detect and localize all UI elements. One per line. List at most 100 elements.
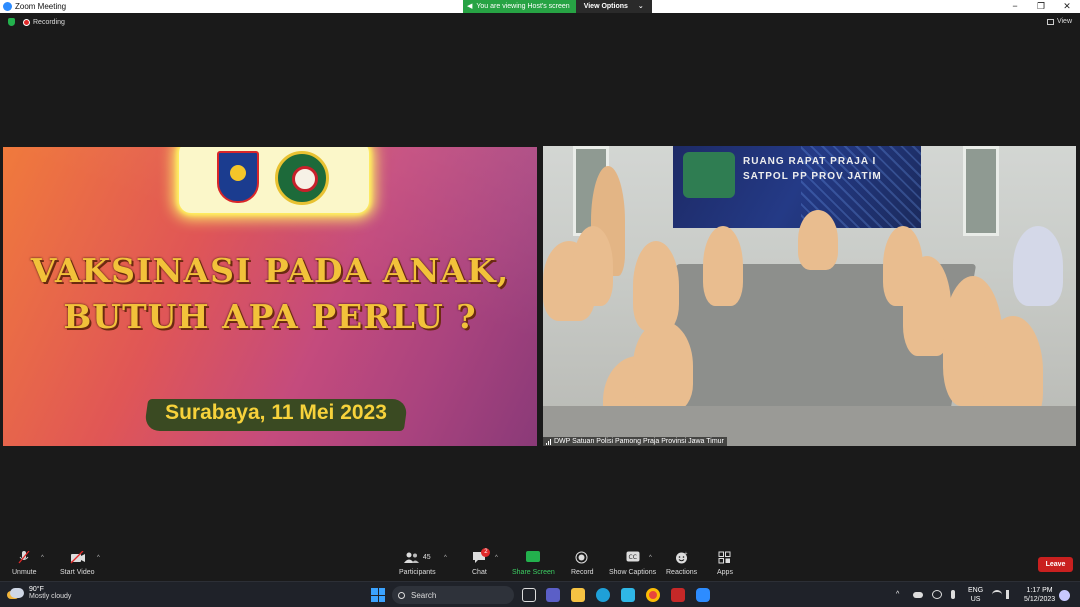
- signal-bars-icon: [546, 438, 551, 445]
- antivirus-app-icon[interactable]: [671, 588, 685, 602]
- share-screen-label: Share Screen: [512, 569, 555, 576]
- chat-label: Chat: [472, 569, 487, 576]
- apps-label: Apps: [717, 569, 733, 576]
- meeting-toolbar: Unmute ^ Start Video ^ 45 Participants ^…: [0, 548, 1080, 581]
- microphone-icon[interactable]: [951, 590, 955, 599]
- svg-text:CC: CC: [628, 554, 636, 561]
- captions-icon: CC: [626, 551, 640, 564]
- start-video-label: Start Video: [60, 569, 95, 576]
- chat-bubble-icon: 2: [472, 548, 491, 564]
- chevron-down-icon: ⌄: [637, 3, 644, 10]
- participant-name: DWP Satuan Polisi Pamong Praja Provinsi …: [554, 438, 724, 445]
- attendee-figure: [633, 321, 693, 411]
- maximize-button[interactable]: ❐: [1028, 0, 1054, 13]
- window-controls: − ❐ ✕: [1002, 0, 1080, 13]
- view-button[interactable]: View: [1046, 18, 1072, 25]
- launcher-app-icon[interactable]: [621, 588, 635, 602]
- recording-label: Recording: [33, 18, 65, 26]
- audio-options-caret[interactable]: ^: [41, 555, 44, 561]
- start-video-button[interactable]: Start Video: [60, 550, 95, 576]
- clock-date: 5/12/2023: [1024, 596, 1056, 603]
- room-backdrop-banner: RUANG RAPAT PRAJA I SATPOL PP PROV JATIM: [673, 146, 921, 228]
- speaker-icon: ◀: [467, 3, 473, 10]
- record-icon: [575, 551, 589, 564]
- video-off-icon: [70, 550, 86, 564]
- unmute-label: Unmute: [12, 569, 37, 576]
- windows-start-icon[interactable]: [371, 588, 385, 602]
- zoom-app-icon: [3, 2, 12, 11]
- room-window-right: [963, 146, 999, 236]
- edge-browser-icon[interactable]: [596, 588, 610, 602]
- clock-time: 1:17 PM: [1026, 587, 1053, 594]
- participants-label: Participants: [399, 569, 436, 576]
- attendee-figure: [1013, 226, 1063, 306]
- onedrive-cloud-icon[interactable]: [913, 592, 923, 598]
- search-icon: [398, 591, 405, 599]
- attendee-figure: [703, 226, 743, 306]
- sigap-logo-icon: [683, 152, 735, 198]
- notification-icon[interactable]: [1059, 590, 1070, 601]
- video-options-caret[interactable]: ^: [97, 555, 100, 561]
- volume-icon[interactable]: [1006, 590, 1016, 599]
- slide-title-line1: VAKSINASI PADA ANAK,: [30, 251, 510, 290]
- muted-microphone-icon: [17, 550, 31, 564]
- weather-widget[interactable]: 90°F Mostly cloudy: [10, 586, 71, 600]
- attendee-figure: [573, 226, 613, 306]
- view-label: View: [1056, 18, 1072, 25]
- tray-overflow-chevron[interactable]: ^: [896, 590, 899, 599]
- record-button[interactable]: Record: [571, 551, 594, 576]
- screen-share-banner: ◀ You are viewing Host's screen View Opt…: [463, 0, 652, 13]
- reactions-button[interactable]: + Reactions: [666, 551, 697, 576]
- video-chat-app-icon[interactable]: [546, 588, 560, 602]
- taskbar-search[interactable]: Search: [392, 586, 514, 604]
- apps-button[interactable]: Apps: [717, 551, 733, 576]
- close-button[interactable]: ✕: [1054, 0, 1080, 13]
- chat-options-caret[interactable]: ^: [495, 555, 498, 561]
- record-label: Record: [571, 569, 594, 576]
- banner-line2: SATPOL PP PROV JATIM: [743, 171, 882, 182]
- clock[interactable]: 1:17 PM 5/12/2023: [1024, 586, 1055, 604]
- dharma-wanita-emblem-icon: [275, 151, 329, 205]
- participants-button[interactable]: 45 Participants: [399, 551, 436, 576]
- search-label: Search: [411, 590, 437, 600]
- shared-screen-panel: VAKSINASI PADA ANAK, BUTUH APA PERLU ? S…: [3, 147, 537, 446]
- svg-text:+: +: [684, 551, 687, 557]
- keyboard-layout: US: [970, 596, 981, 603]
- reactions-label: Reactions: [666, 569, 698, 576]
- captions-options-caret[interactable]: ^: [649, 555, 652, 561]
- place-date-text: Surabaya, 11 Mei 2023: [165, 401, 387, 424]
- banner-line1: RUANG RAPAT PRAJA I: [743, 156, 877, 167]
- language-code: ENG: [968, 587, 984, 594]
- os-taskbar: 90°F Mostly cloudy Search ^ ENG US 1:17 …: [0, 581, 1080, 607]
- wifi-icon[interactable]: [992, 590, 1002, 599]
- security-shield-icon[interactable]: [8, 18, 15, 26]
- input-language[interactable]: ENG US: [968, 586, 983, 604]
- task-view-icon[interactable]: [522, 588, 536, 602]
- chat-button[interactable]: 2 Chat: [472, 548, 491, 576]
- unmute-button[interactable]: Unmute: [12, 550, 37, 576]
- reactions-smiley-icon: +: [675, 551, 689, 564]
- view-options-button[interactable]: View Options ⌄: [575, 0, 652, 13]
- recording-icon: [23, 18, 30, 26]
- apps-icon: [718, 551, 732, 564]
- chrome-browser-icon[interactable]: [646, 588, 660, 602]
- share-screen-icon: [526, 551, 541, 564]
- viewing-text: You are viewing Host's screen: [476, 3, 570, 10]
- file-explorer-icon[interactable]: [571, 588, 585, 602]
- leave-button[interactable]: Leave: [1038, 557, 1073, 572]
- zoom-taskbar-icon[interactable]: [696, 588, 710, 602]
- sync-icon[interactable]: [932, 590, 942, 599]
- meeting-status: Recording: [8, 18, 65, 26]
- share-screen-button[interactable]: Share Screen: [512, 551, 555, 576]
- weather-temperature: 90°F: [29, 586, 44, 593]
- attendee-figure: [633, 241, 679, 331]
- weather-condition: Mostly cloudy: [29, 593, 72, 600]
- participants-options-caret[interactable]: ^: [444, 555, 447, 561]
- participants-icon: 45: [399, 551, 435, 564]
- participant-name-label: DWP Satuan Polisi Pamong Praja Provinsi …: [543, 437, 727, 446]
- participant-video-panel[interactable]: RUANG RAPAT PRAJA I SATPOL PP PROV JATIM…: [543, 146, 1076, 446]
- satpol-pp-emblem-icon: [217, 151, 259, 203]
- show-captions-label: Show Captions: [609, 569, 657, 576]
- chat-unread-badge: 2: [481, 548, 491, 557]
- minimize-button[interactable]: −: [1002, 0, 1028, 13]
